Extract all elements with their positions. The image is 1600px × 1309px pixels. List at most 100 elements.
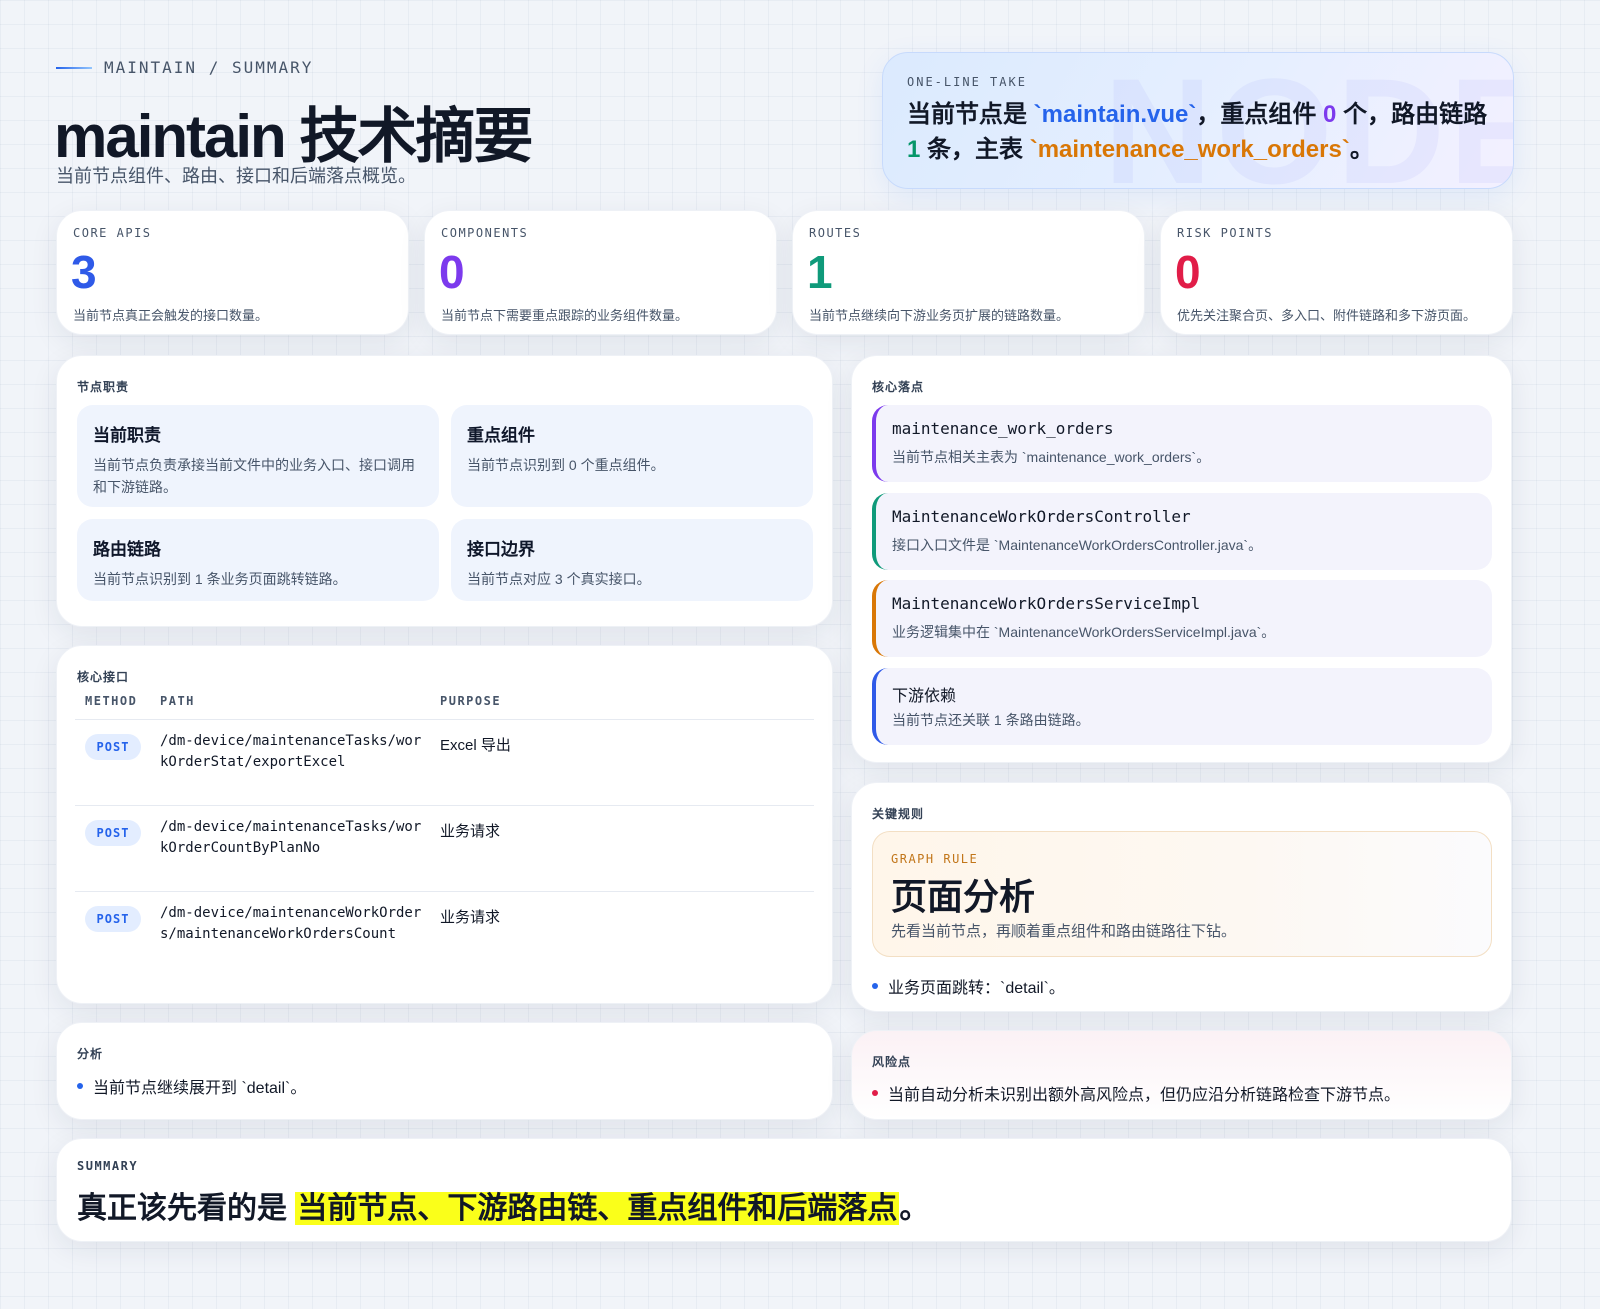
breadcrumb: MAINTAIN / SUMMARY	[56, 58, 313, 77]
summary-end: 。	[899, 1192, 930, 1225]
landing-desc: 接口入口文件是 `MaintenanceWorkOrdersController…	[892, 537, 1263, 553]
stat-label: COMPONENTS	[441, 226, 529, 240]
take-text-part: ，重点组件	[1196, 101, 1324, 128]
stat-value: 1	[807, 246, 833, 298]
take-text-part: 。	[1349, 136, 1374, 163]
tile-title: 当前职责	[93, 426, 161, 445]
stat-desc: 当前节点下需要重点跟踪的业务组件数量。	[441, 308, 689, 323]
stat-value: 3	[71, 246, 97, 298]
table-row[interactable]: POST /dm-device/maintenanceTasks/workOrd…	[75, 719, 814, 805]
landing-item-service-impl[interactable]: MaintenanceWorkOrdersServiceImpl 业务逻辑集中在…	[872, 580, 1492, 657]
landing-item-main-table[interactable]: maintenance_work_orders 当前节点相关主表为 `maint…	[872, 405, 1492, 482]
bullet-text: 当前节点继续展开到 `detail`。	[93, 1080, 307, 1097]
page-subtitle: 当前节点组件、路由、接口和后端落点概览。	[56, 166, 416, 186]
role-tile-api-boundary: 接口边界 当前节点对应 3 个真实接口。	[451, 519, 813, 601]
list-item: 业务页面跳转：`detail`。	[872, 974, 1065, 998]
take-text-part: 条，主表	[920, 136, 1030, 163]
stat-card-components: COMPONENTS 0 当前节点下需要重点跟踪的业务组件数量。	[424, 210, 777, 335]
column-header-purpose: PURPOSE	[440, 694, 502, 708]
list-item: 当前自动分析未识别出额外高风险点，但仍应沿分析链路检查下游节点。	[872, 1081, 1400, 1105]
table-row[interactable]: POST /dm-device/maintenanceTasks/workOrd…	[75, 805, 814, 891]
rule-label: GRAPH RULE	[891, 852, 979, 866]
eyebrow-line	[56, 66, 92, 69]
tile-title: 重点组件	[467, 426, 535, 445]
rule-title: 页面分析	[891, 876, 1036, 917]
panel-title: 核心接口	[77, 670, 130, 684]
stat-card-core-apis: CORE APIS 3 当前节点真正会触发的接口数量。	[56, 210, 409, 335]
summary-label: SUMMARY	[77, 1159, 139, 1173]
api-purpose: Excel 导出	[440, 737, 511, 754]
take-table: `maintenance_work_orders`	[1029, 136, 1350, 163]
tile-title: 路由链路	[93, 540, 161, 559]
take-file: `maintain.vue`	[1033, 101, 1197, 128]
role-tile-routes: 路由链路 当前节点识别到 1 条业务页面跳转链路。	[77, 519, 439, 601]
method-badge: POST	[85, 820, 141, 846]
analysis-panel: 分析 当前节点继续展开到 `detail`。	[56, 1022, 833, 1120]
method-badge: POST	[85, 906, 141, 932]
panel-title: 节点职责	[77, 380, 130, 394]
bullet-dot-icon	[872, 983, 878, 989]
landing-title: MaintenanceWorkOrdersServiceImpl	[892, 594, 1201, 613]
landing-desc: 业务逻辑集中在 `MaintenanceWorkOrdersServiceImp…	[892, 624, 1276, 640]
key-rules-panel: 关键规则 GRAPH RULE 页面分析 先看当前节点，再顺着重点组件和路由链路…	[851, 782, 1512, 1012]
api-purpose: 业务请求	[440, 909, 501, 926]
graph-rule-box: GRAPH RULE 页面分析 先看当前节点，再顺着重点组件和路由链路往下钻。	[872, 831, 1492, 957]
stat-label: RISK POINTS	[1177, 226, 1273, 240]
landing-item-controller[interactable]: MaintenanceWorkOrdersController 接口入口文件是 …	[872, 493, 1492, 570]
column-header-method: METHOD	[85, 694, 138, 708]
stat-desc: 当前节点真正会触发的接口数量。	[73, 308, 269, 323]
panel-title: 风险点	[872, 1055, 912, 1069]
landing-title: MaintenanceWorkOrdersController	[892, 507, 1191, 526]
api-path: /dm-device/maintenanceTasks/workOrderCou…	[160, 819, 422, 856]
panel-title: 关键规则	[872, 807, 925, 821]
stat-desc: 优先关注聚合页、多入口、附件链路和多下游页面。	[1177, 308, 1477, 323]
take-text-part: 个，路由链路	[1336, 101, 1488, 128]
core-api-panel: 核心接口 METHOD PATH PURPOSE POST /dm-device…	[56, 645, 833, 1004]
role-tile-components: 重点组件 当前节点识别到 0 个重点组件。	[451, 405, 813, 507]
stat-desc: 当前节点继续向下游业务页扩展的链路数量。	[809, 308, 1070, 323]
stat-card-risk-points: RISK POINTS 0 优先关注聚合页、多入口、附件链路和多下游页面。	[1160, 210, 1513, 335]
bullet-dot-icon	[77, 1083, 83, 1089]
stat-value: 0	[1175, 246, 1201, 298]
api-path: /dm-device/maintenanceWorkOrders/mainten…	[160, 905, 422, 942]
take-label: ONE-LINE TAKE	[907, 75, 1027, 89]
landing-desc: 当前节点相关主表为 `maintenance_work_orders`。	[892, 449, 1211, 465]
bullet-text: 业务页面跳转：`detail`。	[888, 980, 1065, 997]
list-item: 当前节点继续展开到 `detail`。	[77, 1074, 306, 1098]
summary-lead: 真正该先看的是	[77, 1192, 296, 1225]
core-landing-panel: 核心落点 maintenance_work_orders 当前节点相关主表为 `…	[851, 355, 1512, 763]
landing-item-downstream[interactable]: 下游依赖 当前节点还关联 1 条路由链路。	[872, 668, 1492, 745]
landing-title: 下游依赖	[892, 688, 957, 705]
api-path: /dm-device/maintenanceTasks/workOrderSta…	[160, 733, 422, 770]
node-role-panel: 节点职责 当前职责 当前节点负责承接当前文件中的业务入口、接口调用和下游链路。 …	[56, 355, 833, 627]
landing-title: maintenance_work_orders	[892, 419, 1114, 438]
panel-title: 分析	[77, 1047, 104, 1061]
stat-value: 0	[439, 246, 465, 298]
tile-title: 接口边界	[467, 540, 535, 559]
one-line-take-card: NODE ONE-LINE TAKE 当前节点是 `maintain.vue`，…	[882, 52, 1514, 189]
tile-desc: 当前节点对应 3 个真实接口。	[467, 571, 651, 587]
column-header-path: PATH	[160, 694, 195, 708]
breadcrumb-text: MAINTAIN / SUMMARY	[104, 58, 314, 77]
landing-desc: 当前节点还关联 1 条路由链路。	[892, 712, 1090, 728]
method-badge: POST	[85, 734, 141, 760]
take-text: 当前节点是 `maintain.vue`，重点组件 0 个，路由链路 1 条，主…	[907, 97, 1497, 167]
summary-text: 真正该先看的是 当前节点、下游路由链、重点组件和后端落点。	[77, 1183, 929, 1227]
stat-label: ROUTES	[809, 226, 862, 240]
summary-highlight: 当前节点、下游路由链、重点组件和后端落点	[295, 1192, 900, 1225]
risk-panel: 风险点 当前自动分析未识别出额外高风险点，但仍应沿分析链路检查下游节点。	[851, 1030, 1512, 1120]
tile-desc: 当前节点识别到 0 个重点组件。	[467, 457, 665, 473]
bullet-dot-icon	[872, 1090, 878, 1096]
take-text-part: 当前节点是	[907, 101, 1034, 128]
stat-card-routes: ROUTES 1 当前节点继续向下游业务页扩展的链路数量。	[792, 210, 1145, 335]
panel-title: 核心落点	[872, 380, 925, 394]
table-row[interactable]: POST /dm-device/maintenanceWorkOrders/ma…	[75, 891, 814, 977]
summary-panel: SUMMARY 真正该先看的是 当前节点、下游路由链、重点组件和后端落点。	[56, 1138, 1512, 1242]
tile-desc: 当前节点负责承接当前文件中的业务入口、接口调用和下游链路。	[93, 457, 415, 495]
api-purpose: 业务请求	[440, 823, 501, 840]
take-components: 0	[1323, 101, 1337, 128]
bullet-text: 当前自动分析未识别出额外高风险点，但仍应沿分析链路检查下游节点。	[888, 1087, 1401, 1104]
role-tile-responsibility: 当前职责 当前节点负责承接当前文件中的业务入口、接口调用和下游链路。	[77, 405, 439, 507]
tile-desc: 当前节点识别到 1 条业务页面跳转链路。	[93, 571, 347, 587]
rule-desc: 先看当前节点，再顺着重点组件和路由链路往下钻。	[891, 923, 1237, 940]
